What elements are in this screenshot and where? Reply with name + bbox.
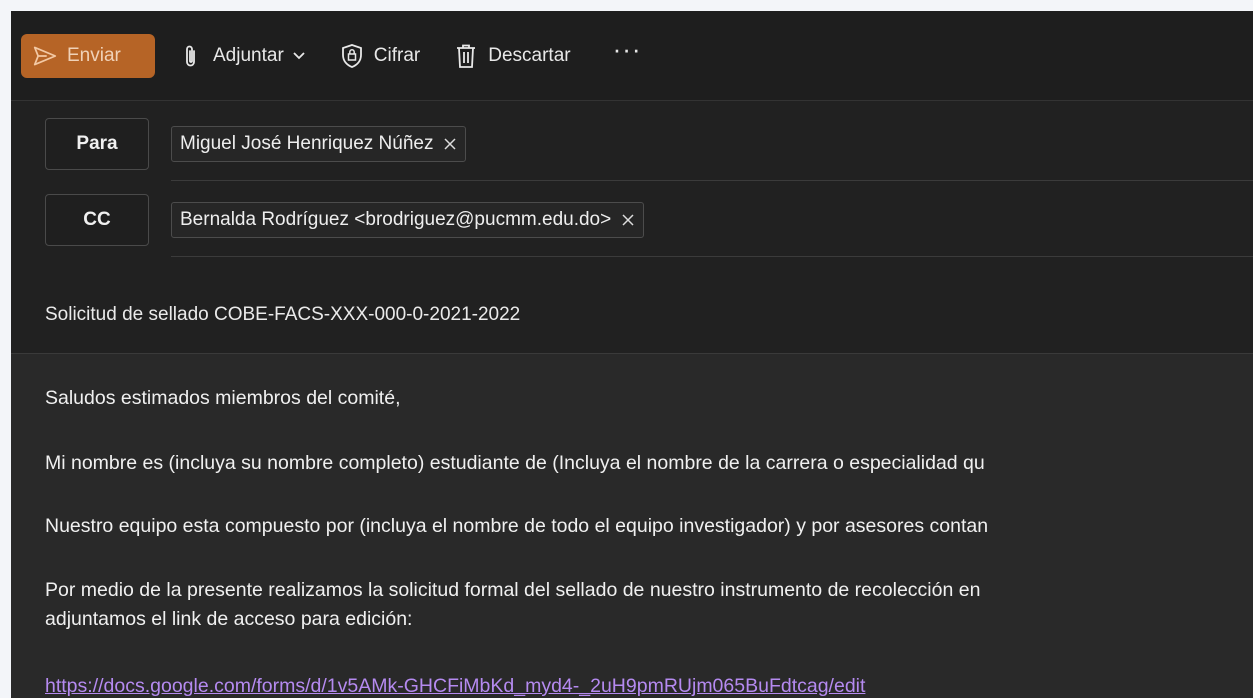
body-greeting: Saludos estimados miembros del comité, xyxy=(45,387,401,409)
recipient-chip-to[interactable]: Miguel José Henriquez Núñez xyxy=(171,126,467,162)
trash-icon xyxy=(454,43,478,69)
encrypt-label: Cifrar xyxy=(373,44,421,66)
recipient-chip-label: Bernalda Rodríguez <brodriguez@pucmm.edu… xyxy=(180,209,612,230)
send-icon xyxy=(33,43,57,69)
chevron-down-icon[interactable] xyxy=(292,51,306,61)
attach-label: Adjuntar xyxy=(213,44,284,66)
cc-row: CC Bernalda Rodríguez <brodriguez@pucmm.… xyxy=(45,194,645,246)
compose-header: Para Miguel José Henriquez Núñez CC Bern… xyxy=(11,100,1253,353)
cc-button[interactable]: CC xyxy=(45,194,149,246)
body-paragraph: Mi nombre es (incluya su nombre completo… xyxy=(45,452,985,474)
divider xyxy=(171,256,1253,257)
to-row: Para Miguel José Henriquez Núñez xyxy=(45,118,467,170)
body-paragraph: Por medio de la presente realizamos la s… xyxy=(45,579,981,601)
discard-button[interactable]: Descartar xyxy=(444,38,580,74)
to-button[interactable]: Para xyxy=(45,118,149,170)
mail-compose-window: Enviar Adjuntar Cifrar Descartar ··· Par… xyxy=(11,11,1253,698)
discard-label: Descartar xyxy=(488,44,571,66)
recipient-chip-label: Miguel José Henriquez Núñez xyxy=(180,133,434,154)
subject-field[interactable]: Solicitud de sellado COBE-FACS-XXX-000-0… xyxy=(45,304,520,326)
more-icon[interactable]: ··· xyxy=(603,34,652,74)
message-body[interactable]: Saludos estimados miembros del comité, M… xyxy=(11,353,1253,698)
recipient-chip-cc[interactable]: Bernalda Rodríguez <brodriguez@pucmm.edu… xyxy=(171,202,645,238)
send-button[interactable]: Enviar xyxy=(21,33,155,78)
body-paragraph: adjuntamos el link de acceso para edició… xyxy=(45,608,413,630)
divider xyxy=(171,180,1253,181)
close-icon[interactable] xyxy=(443,137,457,151)
send-label: Enviar xyxy=(67,44,121,66)
encrypt-button[interactable]: Cifrar xyxy=(330,38,430,74)
close-icon[interactable] xyxy=(621,213,635,227)
paperclip-icon xyxy=(179,43,203,69)
compose-toolbar: Enviar Adjuntar Cifrar Descartar ··· xyxy=(11,11,1253,100)
body-paragraph: Nuestro equipo esta compuesto por (inclu… xyxy=(45,515,989,537)
lock-shield-icon xyxy=(340,43,364,69)
attach-button[interactable]: Adjuntar xyxy=(169,38,316,74)
form-link[interactable]: https://docs.google.com/forms/d/1v5AMk-G… xyxy=(45,672,865,698)
